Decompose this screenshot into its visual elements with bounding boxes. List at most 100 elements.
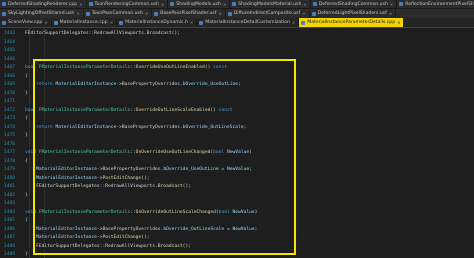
file-icon: [399, 2, 404, 6]
code-token: OnOverrideOutLineScaleChanged: [135, 209, 216, 215]
close-tab-icon[interactable]: ✕: [302, 9, 305, 18]
tab-label: SkyLightingOffsetShared.ush: [8, 11, 75, 16]
code-token: const: [213, 65, 227, 70]
tab-tabs-row3-4[interactable]: MaterialInstanceParameterDetails.cpp ✕: [299, 18, 405, 27]
tab-tabs-row2-0[interactable]: SkyLightingOffsetShared.ush ✕: [0, 9, 84, 18]
tab-tabs-row3-2[interactable]: MaterialInstanceDynamic.h ✕: [117, 18, 198, 27]
code-token: }: [25, 252, 28, 257]
tab-label: ShadingModels.ush: [176, 1, 221, 7]
tab-label: BasePassPixelShader.usf: [160, 11, 217, 16]
code-token: FEditorSupportDelegates::RedrawAllViewpo…: [25, 184, 158, 189]
code-token: bool: [213, 150, 227, 155]
code-token: MaterialEditorInstance: [25, 175, 97, 181]
code-token: bool: [25, 107, 39, 113]
file-icon: [312, 2, 317, 6]
tab-tabs-row1-3[interactable]: ShadingModelsMaterial.ush ✕: [230, 0, 311, 8]
code-token: ->BasePropertyOverrides.: [96, 167, 164, 172]
code-token: NewValue: [232, 209, 255, 215]
tab-tabs-row1-1[interactable]: ToonRenderingCommon.ush ✕: [87, 0, 169, 8]
tab-label: SceneView.cpp: [8, 19, 43, 25]
tab-label: ToonPassCommon.ush: [91, 11, 143, 16]
code-token: FMaterialInstanceParameterDetails: [38, 65, 131, 70]
code-token: ();: [182, 184, 191, 189]
close-tab-icon[interactable]: ✕: [44, 18, 47, 27]
code-token: bOverride_OutLineScale: [182, 124, 244, 130]
code-token: return: [25, 124, 56, 130]
code-token: bool: [218, 209, 233, 215]
close-tab-icon[interactable]: ✕: [397, 18, 400, 27]
code-token: PostEditChange: [102, 235, 142, 240]
close-tab-icon[interactable]: ✕: [218, 9, 221, 18]
tab-tabs-row1-2[interactable]: ShadingModels.ush ✕: [168, 0, 231, 8]
code-token: FMaterialInstanceParameterDetails: [38, 150, 131, 155]
file-icon: [85, 11, 90, 16]
code-token: ->BasePropertyOverrides.: [116, 124, 183, 130]
code-token: {: [25, 218, 28, 223]
tab-tabs-row3-0[interactable]: SceneView.cpp ✕: [0, 18, 52, 27]
tab-tabs-row1-4[interactable]: DeferredShadingCommon.ush ✕: [311, 0, 398, 8]
code-token: bOverride_OutLineScale: [163, 226, 225, 232]
code-token: MaterialEditorInstance: [25, 167, 97, 172]
code-token: OnOverrideUseOutLineChanged: [135, 150, 211, 155]
file-icon: [88, 2, 93, 6]
tab-tabs-row3-1[interactable]: MaterialInstance.cpp ✕: [52, 18, 118, 27]
file-icon: [2, 2, 6, 6]
tab-tabs-row2-4[interactable]: DeferredLightPixelShaders.usf ✕: [310, 9, 397, 18]
code-token: Broadcast: [157, 243, 183, 249]
tab-label: MaterialInstanceDynamic.h: [125, 19, 188, 25]
code-text: }: [25, 250, 28, 258]
code-token: bOverride_UseOutLine: [182, 82, 239, 87]
close-tab-icon[interactable]: ✕: [110, 18, 113, 27]
tab-label: DiffuseIndirectComposite.usf: [233, 11, 301, 16]
code-token: ): [254, 209, 258, 215]
tab-tabs-row3-3[interactable]: MaterialInstanceDetailCustomization ✕: [197, 18, 300, 27]
close-tab-icon[interactable]: ✕: [79, 0, 82, 8]
tab-label: DeferredShadingRenderer.cpp: [8, 1, 78, 7]
file-icon: [301, 20, 306, 25]
code-token: }: [25, 90, 28, 96]
code-token: return: [25, 82, 56, 87]
code-token: ;: [249, 167, 252, 172]
close-tab-icon[interactable]: ✕: [145, 9, 148, 18]
code-token: PostEditChange: [102, 175, 142, 181]
close-tab-icon[interactable]: ✕: [190, 18, 193, 27]
code-token: MaterialEditorInstance: [55, 82, 117, 87]
code-token: ->BasePropertyOverrides.: [96, 226, 164, 232]
code-token: bool: [25, 65, 39, 70]
close-tab-icon[interactable]: ✕: [161, 0, 164, 8]
file-icon: [119, 20, 124, 25]
code-token: (): [210, 107, 219, 113]
code-token: ;: [254, 226, 258, 232]
code-token: }: [25, 133, 28, 138]
tab-tabs-row2-2[interactable]: BasePassPixelShader.usf ✕: [152, 9, 226, 18]
code-line: 1489}: [0, 250, 474, 258]
close-tab-icon[interactable]: ✕: [389, 9, 392, 18]
tab-tabs-row2-1[interactable]: ToonPassCommon.ush ✕: [84, 9, 153, 18]
tab-bar-row-2: SkyLightingOffsetShared.ush ✕ ToonPassComm…: [0, 9, 474, 18]
tab-label: MaterialInstanceParameterDetails.cpp: [307, 19, 396, 25]
close-tab-icon[interactable]: ✕: [76, 9, 79, 18]
tab-tabs-row2-3[interactable]: DiffuseIndirectComposite.usf ✕: [226, 9, 310, 18]
code-editor[interactable]: 1443 FEditorSupportDelegates::RedrawAllVi…: [0, 28, 474, 258]
tab-label: DeferredLightPixelShaders.usf: [317, 11, 387, 16]
file-icon: [311, 11, 316, 16]
code-token: ;: [238, 82, 241, 87]
code-token: }: [25, 192, 28, 198]
code-token: ;: [243, 124, 247, 130]
line-number: 1489: [3, 252, 15, 257]
code-token: =: [218, 167, 227, 172]
close-tab-icon[interactable]: ✕: [223, 0, 226, 8]
code-token: FMaterialInstanceParameterDetails: [38, 107, 131, 113]
code-token: OverrideUseOutLineEnabled: [135, 65, 205, 70]
close-tab-icon[interactable]: ✕: [292, 18, 295, 27]
tab-label: DeferredShadingCommon.ush: [318, 1, 388, 7]
tab-tabs-row1-0[interactable]: DeferredShadingRenderer.cpp ✕: [0, 0, 87, 8]
code-token: Broadcast: [157, 184, 183, 189]
code-token: bOverride_UseOutLine: [163, 167, 219, 172]
tab-tabs-row1-5[interactable]: ReflectionEnvironmentPixelShader.usf✕: [397, 0, 474, 8]
code-token: ();: [182, 243, 191, 249]
close-tab-icon[interactable]: ✕: [303, 0, 306, 8]
code-token: ): [249, 150, 252, 155]
file-icon: [199, 20, 204, 25]
close-tab-icon[interactable]: ✕: [390, 0, 393, 8]
